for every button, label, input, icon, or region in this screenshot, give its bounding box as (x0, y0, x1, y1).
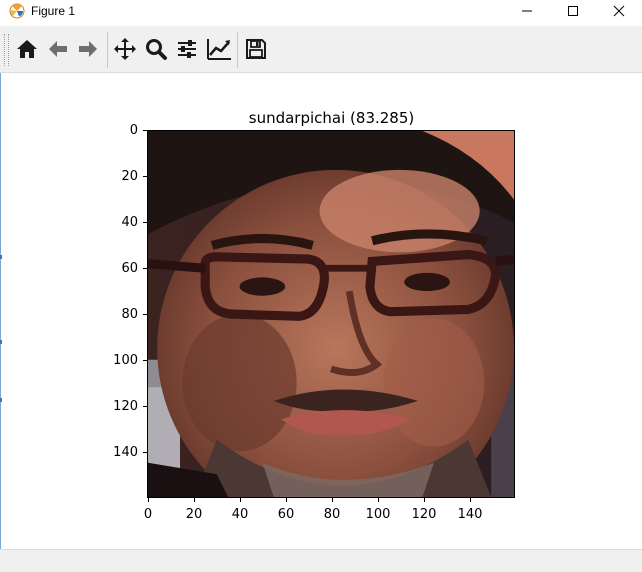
maximize-icon (568, 6, 578, 16)
x-tick-mark (194, 498, 195, 502)
x-tick-mark (378, 498, 379, 502)
x-tick-mark (470, 498, 471, 502)
title-bar: Figure 1 (0, 0, 642, 26)
customize-icon (207, 39, 231, 60)
forward-button[interactable] (75, 36, 101, 62)
x-tick-label: 80 (323, 507, 341, 522)
y-tick-mark (143, 406, 147, 407)
window-edge-marker (0, 340, 2, 344)
y-tick-mark (143, 222, 147, 223)
status-bar (0, 549, 642, 572)
y-tick-mark (143, 176, 147, 177)
figure-window: Figure 1 sundarpichai (83.285) 0 20 40 6… (0, 0, 642, 572)
x-tick-label: 100 (365, 507, 391, 522)
y-tick-label: 120 (113, 399, 138, 414)
app-icon (9, 3, 25, 19)
maximize-button[interactable] (550, 0, 596, 22)
minimize-button[interactable] (504, 0, 550, 22)
y-tick-label: 60 (121, 261, 138, 276)
window-title: Figure 1 (31, 4, 76, 18)
image-axes[interactable] (147, 130, 515, 498)
x-tick-mark (332, 498, 333, 502)
x-tick-label: 0 (143, 507, 153, 522)
subplots-button[interactable] (174, 36, 200, 62)
navigation-toolbar (0, 26, 642, 73)
plot-title: sundarpichai (83.285) (248, 109, 415, 127)
save-icon (246, 39, 266, 59)
x-tick-label: 40 (231, 507, 249, 522)
y-tick-label: 20 (121, 169, 138, 184)
y-tick-mark (143, 452, 147, 453)
save-button[interactable] (243, 36, 269, 62)
pan-icon (114, 38, 136, 60)
x-tick-mark (240, 498, 241, 502)
y-tick-label: 40 (121, 215, 138, 230)
close-icon (613, 5, 625, 17)
back-button[interactable] (45, 36, 71, 62)
back-icon (49, 41, 67, 57)
close-button[interactable] (596, 0, 642, 22)
toolbar-separator (107, 32, 108, 68)
figure-canvas[interactable]: sundarpichai (83.285) 0 20 40 60 80 100 … (0, 73, 642, 549)
zoom-icon (146, 39, 167, 60)
y-tick-label: 140 (113, 445, 138, 460)
y-tick-mark (143, 130, 147, 131)
y-tick-label: 100 (113, 353, 138, 368)
subplots-icon (178, 40, 196, 58)
forward-icon (79, 41, 97, 57)
home-button[interactable] (14, 36, 40, 62)
home-icon (17, 40, 37, 58)
x-tick-label: 60 (277, 507, 295, 522)
y-tick-mark (143, 314, 147, 315)
toolbar-separator (237, 32, 238, 68)
x-tick-mark (148, 498, 149, 502)
y-tick-mark (143, 360, 147, 361)
toolbar-grip[interactable] (4, 34, 9, 66)
y-tick-mark (143, 268, 147, 269)
x-tick-label: 140 (457, 507, 483, 522)
pan-button[interactable] (112, 36, 138, 62)
face-image (148, 131, 514, 497)
minimize-icon (522, 10, 532, 12)
zoom-button[interactable] (143, 36, 169, 62)
window-edge-marker (0, 255, 2, 259)
x-tick-mark (286, 498, 287, 502)
x-tick-label: 120 (411, 507, 437, 522)
y-tick-label: 0 (129, 123, 138, 138)
y-tick-label: 80 (121, 307, 138, 322)
customize-button[interactable] (206, 36, 232, 62)
window-edge-marker (0, 398, 2, 402)
x-tick-label: 20 (185, 507, 203, 522)
x-tick-mark (424, 498, 425, 502)
